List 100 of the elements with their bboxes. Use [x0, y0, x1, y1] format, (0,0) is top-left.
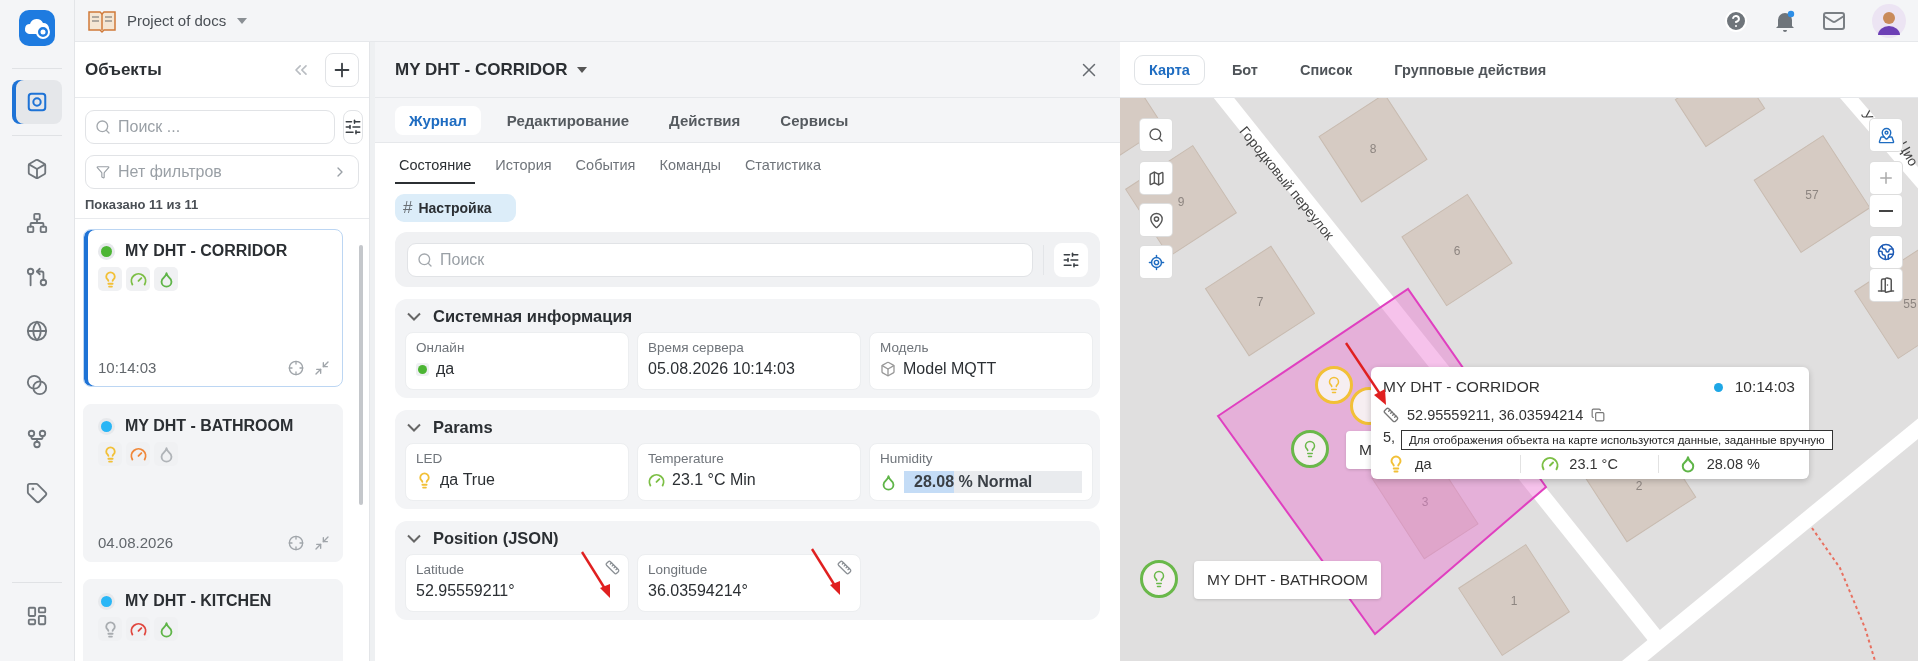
field-value: 52.95559211° [416, 582, 515, 600]
field-label: Время сервера [648, 340, 744, 355]
sliders-icon [1062, 250, 1080, 269]
pin-icon [1147, 211, 1165, 229]
sub-tab[interactable]: Команды [655, 153, 725, 184]
sub-tab[interactable]: События [571, 153, 640, 184]
building: 57 [1753, 135, 1871, 253]
tab[interactable]: Сервисы [766, 105, 863, 135]
object-name: MY DHT - BATHROOM [125, 417, 294, 435]
dashboard-icon [26, 605, 48, 627]
object-time: 04.08.2026 [98, 534, 175, 551]
cube-icon [26, 158, 48, 180]
caret-icon[interactable] [236, 16, 249, 25]
sub-tab[interactable]: История [491, 153, 556, 184]
zoom-out-button[interactable] [1870, 195, 1902, 227]
ruler-icon [1383, 407, 1399, 423]
field-value: Model MQTT [903, 360, 997, 378]
field-label: Humidity [880, 451, 933, 466]
field-value: 36.03594214° [648, 582, 748, 600]
copy-icon[interactable] [1591, 408, 1606, 422]
globe-icon [26, 320, 48, 342]
section-title: Params [433, 418, 493, 437]
chevron-icon [407, 534, 421, 543]
tab[interactable]: Редактирование [492, 105, 644, 135]
search-field[interactable]: Поиск ... [85, 110, 335, 144]
door-icon [1877, 276, 1895, 294]
crosshair-icon[interactable] [288, 534, 304, 551]
minus-icon [1879, 210, 1893, 212]
field-value: да True [440, 471, 495, 489]
tag-chip[interactable]: # Настройка [395, 194, 516, 222]
section-header[interactable]: Position (JSON) [405, 529, 561, 548]
cloud-logo [19, 10, 55, 46]
coordinates: 52.95559211, 36.03594214 [1407, 407, 1584, 423]
overlapping-circles-icon [26, 374, 48, 396]
search-button[interactable] [1140, 119, 1172, 151]
pin-button[interactable] [1140, 204, 1172, 236]
map-marker[interactable] [1291, 430, 1329, 468]
help-icon[interactable] [1724, 8, 1748, 33]
field-label: Модель [880, 340, 929, 355]
field-value: 28.08 % Normal [914, 473, 1033, 491]
cube-icon [880, 361, 896, 377]
panel-title: Объекты [85, 59, 163, 80]
caret-icon[interactable] [575, 65, 588, 74]
search-icon [1148, 127, 1164, 143]
exit-button[interactable] [1870, 269, 1902, 301]
bell-icon[interactable] [1774, 8, 1796, 33]
pull-request-icon [26, 266, 48, 288]
object-card[interactable]: MY DHT - CORRIDOR 10:14:03 [83, 229, 343, 387]
sub-tab[interactable]: Статистика [740, 153, 826, 184]
section-header[interactable]: Params [405, 418, 495, 437]
object-card[interactable]: MY DHT - BATHROOM 04.08.2026 [83, 404, 343, 562]
street-name: У [1858, 107, 1877, 124]
field-label: Temperature [648, 451, 724, 466]
search-icon [417, 251, 433, 268]
popup-value: да [1415, 456, 1432, 472]
object-title: MY DHT - CORRIDOR [395, 59, 568, 80]
field-value: 23.1 °C Min [672, 471, 756, 489]
nav-button[interactable] [12, 80, 62, 124]
map-marker[interactable] [1140, 560, 1178, 598]
fork-icon [26, 428, 48, 450]
map-marker[interactable] [1315, 366, 1353, 404]
marker-label[interactable]: MY DHT - BATHROOM [1194, 561, 1382, 599]
section-title: Position (JSON) [433, 529, 559, 548]
popup-time: 10:14:03 [1734, 378, 1795, 396]
object-name: MY DHT - CORRIDOR [125, 242, 288, 260]
search-field[interactable]: Поиск [407, 242, 1033, 277]
object-name: MY DHT - KITCHEN [125, 592, 272, 610]
add-button[interactable] [325, 52, 359, 87]
crosshair-icon [1147, 253, 1165, 271]
scrollbar[interactable] [359, 245, 363, 505]
project-name[interactable]: Project of docs [127, 12, 227, 29]
field-value: 05.08.2026 10:14:03 [648, 360, 795, 378]
sliders-icon [344, 118, 362, 136]
popup-title: MY DHT - CORRIDOR [1383, 378, 1541, 396]
field-label: Онлайн [416, 340, 465, 355]
tab[interactable]: Журнал [395, 105, 481, 135]
building: 7 [1205, 245, 1315, 357]
object-card[interactable]: MY DHT - KITCHEN [83, 579, 343, 661]
building: 8 [1318, 98, 1428, 203]
folded-map-icon [1147, 169, 1165, 187]
avatar-icon[interactable] [1872, 3, 1906, 38]
sub-tab[interactable]: Состояние [395, 153, 476, 184]
filter-icon [96, 165, 110, 179]
globe-button[interactable] [1870, 236, 1902, 268]
settings-button[interactable] [343, 110, 363, 144]
locate-button[interactable] [1140, 246, 1172, 278]
tooltip: Для отображения объекта на карте используются данные, заданные вручную [1401, 430, 1833, 450]
field-label: LED [416, 451, 443, 466]
chevron-icon [407, 423, 421, 432]
shrink-icon[interactable] [314, 534, 330, 551]
tab[interactable]: Карта [1134, 54, 1205, 85]
globe-icon [1877, 243, 1895, 261]
crosshair-icon[interactable] [288, 359, 304, 376]
settings-button[interactable] [1054, 242, 1088, 277]
tab[interactable]: Действия [655, 105, 755, 135]
field-value: да [436, 360, 455, 378]
shrink-icon[interactable] [314, 359, 330, 376]
map-button[interactable] [1140, 162, 1172, 194]
popup-value: 28.08 % [1706, 456, 1760, 472]
tag-icon [26, 482, 48, 504]
